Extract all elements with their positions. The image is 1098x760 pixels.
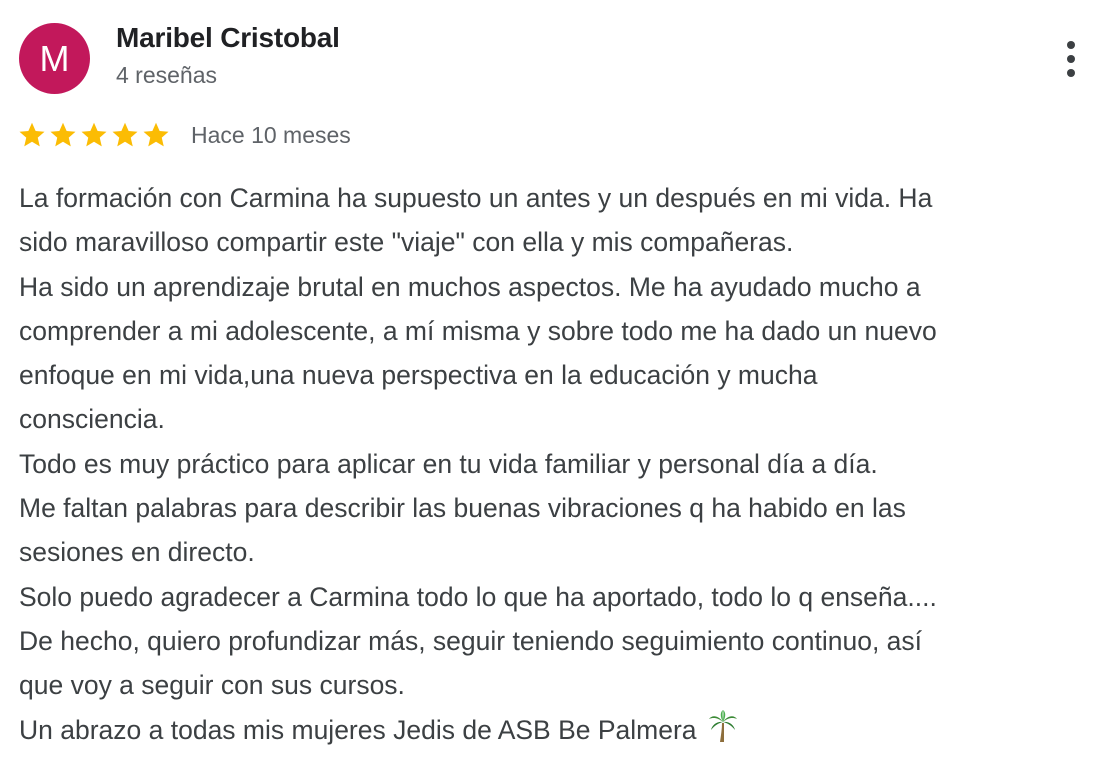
avatar[interactable]: M: [19, 23, 90, 94]
star-icon: [48, 120, 78, 150]
review-text-line: Ha sido un aprendizaje brutal en muchos …: [19, 271, 921, 302]
review-text-line: Un abrazo a todas mis mujeres Jedis de A…: [19, 708, 1089, 756]
palm-tree-icon: [708, 709, 738, 756]
author-name[interactable]: Maribel Cristobal: [116, 22, 340, 54]
more-vert-icon-dot: [1067, 69, 1075, 77]
review-text-line: sido maravilloso compartir este "viaje" …: [19, 227, 794, 258]
review-count[interactable]: 4 reseñas: [116, 62, 217, 89]
review-text-line: Todo es muy práctico para aplicar en tu …: [19, 448, 878, 479]
rating-row: Hace 10 meses: [17, 118, 351, 152]
more-vert-icon-dot: [1067, 41, 1075, 49]
review-text: La formación con Carmina ha supuesto un …: [19, 176, 1089, 756]
review-text-line: que voy a seguir con sus cursos.: [19, 670, 405, 701]
review-date: Hace 10 meses: [191, 121, 351, 148]
more-options-button[interactable]: [1052, 36, 1090, 82]
review-text-line: enfoque en mi vida,una nueva perspectiva…: [19, 360, 818, 391]
review-text-line: De hecho, quiero profundizar más, seguir…: [19, 625, 923, 656]
star-icon: [141, 120, 171, 150]
avatar-initial: M: [39, 37, 70, 79]
review-text-line: La formación con Carmina ha supuesto un …: [19, 183, 933, 213]
star-icon: [17, 120, 47, 150]
star-icon: [110, 120, 140, 150]
more-vert-icon-dot: [1067, 55, 1075, 63]
review-text-line: Me faltan palabras para describir las bu…: [19, 493, 906, 524]
review-text-line: consciencia.: [19, 404, 165, 435]
review-text-line: sesiones en directo.: [19, 537, 255, 568]
review-card: M Maribel Cristobal 4 reseñas Hace 10 me…: [0, 0, 1098, 760]
star-icon: [79, 120, 109, 150]
star-rating: [17, 120, 171, 150]
review-text-line: comprender a mi adolescente, a mí misma …: [19, 315, 937, 346]
review-text-line: Solo puedo agradecer a Carmina todo lo q…: [19, 581, 937, 612]
